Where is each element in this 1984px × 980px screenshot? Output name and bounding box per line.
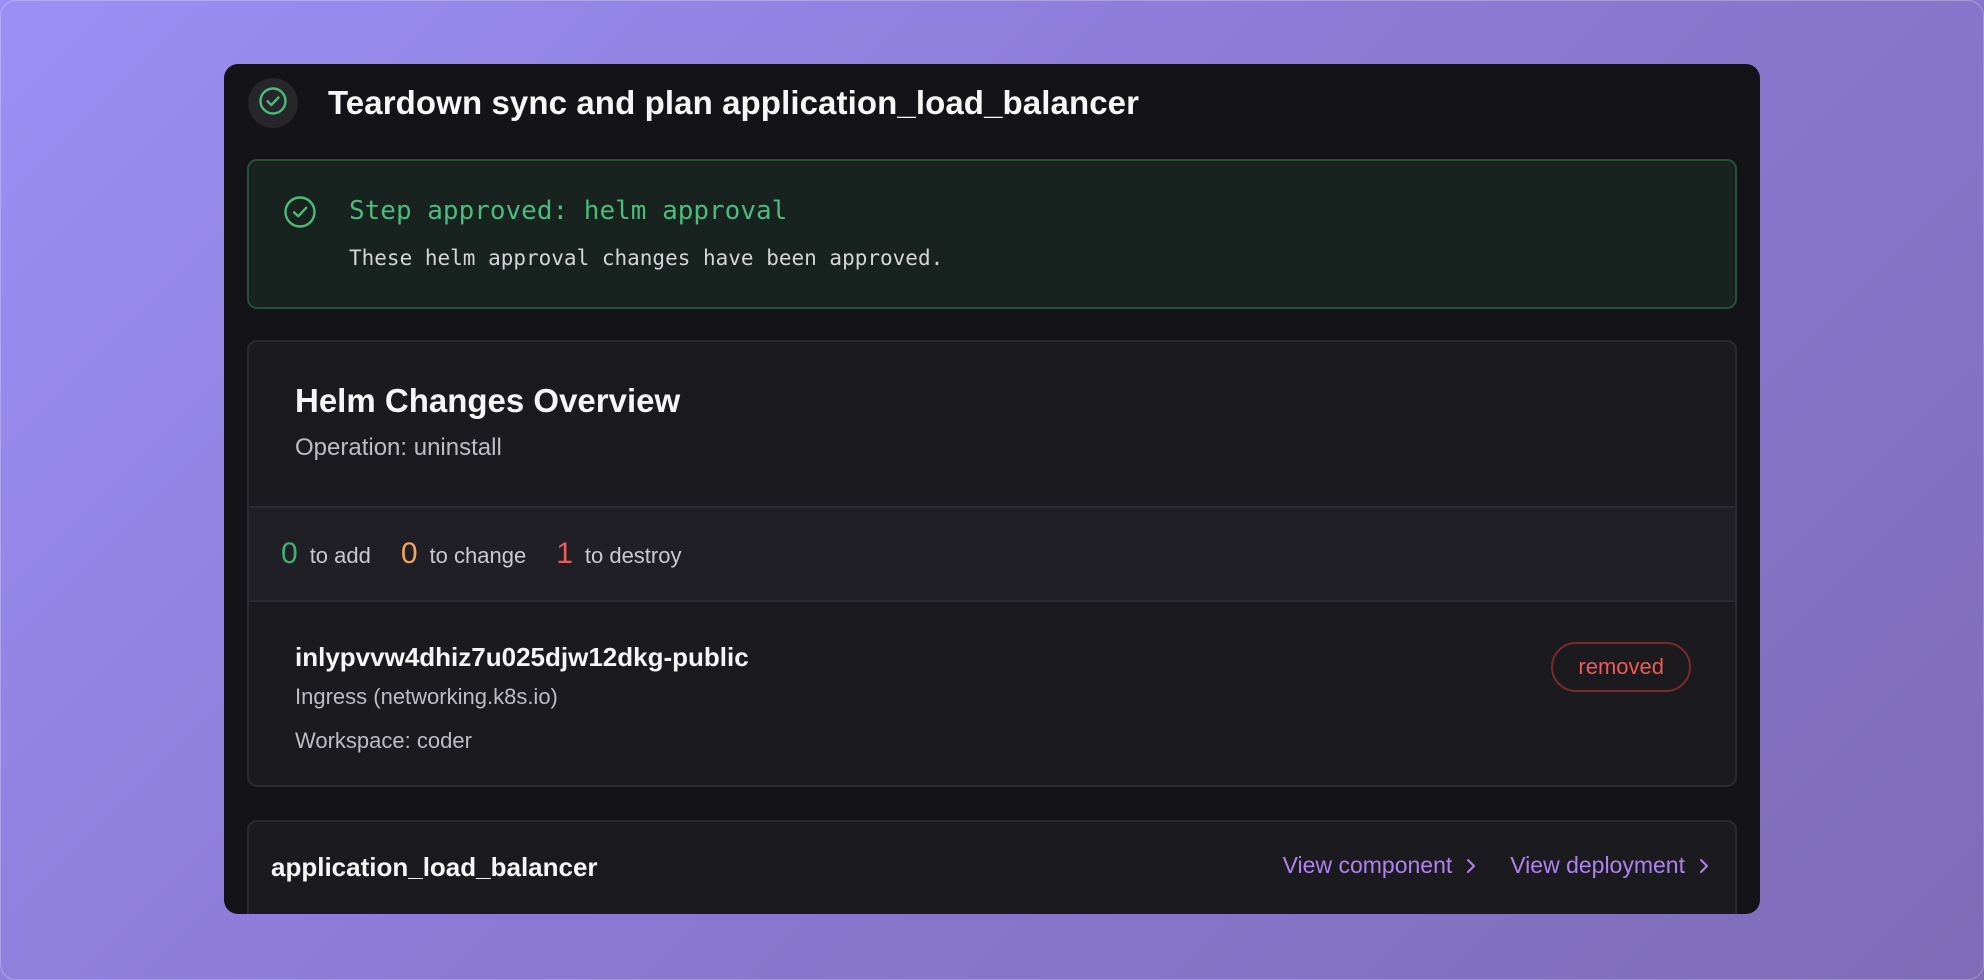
view-deployment-link[interactable]: View deployment [1510,852,1709,879]
resource-row: inlypvvw4dhiz7u025djw12dkg-public Ingres… [249,602,1735,785]
component-name: application_load_balancer [271,852,598,882]
change-label: to change [429,543,527,568]
helm-card-header: Helm Changes Overview Operation: uninsta… [249,342,1735,506]
summary-destroy: 1 to destroy [556,537,681,571]
approval-description: These helm approval changes have been ap… [349,246,944,270]
component-links: View component View deployment [1249,852,1709,879]
view-component-label: View component [1282,852,1453,878]
chevron-right-icon [1699,858,1709,874]
helm-changes-card: Helm Changes Overview Operation: uninsta… [247,340,1737,787]
status-badge: removed [1551,642,1691,692]
approval-banner: Step approved: helm approval These helm … [247,159,1737,309]
step-status-badge [248,78,298,128]
view-component-link[interactable]: View component [1283,852,1477,879]
destroy-label: to destroy [584,543,682,568]
check-circle-icon [258,86,288,121]
change-count: 0 [400,537,418,570]
add-count: 0 [281,537,298,570]
chevron-right-icon [1466,858,1476,874]
step-header: Teardown sync and plan application_load_… [248,78,1139,128]
workflow-step-panel: Teardown sync and plan application_load_… [224,64,1760,914]
summary-change: 0 to change [401,537,526,571]
summary-add: 0 to add [281,537,371,571]
resource-kind: Ingress (networking.k8s.io) [295,684,558,709]
add-label: to add [309,543,371,568]
view-deployment-label: View deployment [1510,852,1685,878]
helm-change-summary: 0 to add 0 to change 1 to destroy [249,506,1735,602]
component-card: application_load_balancer View component… [247,820,1737,914]
helm-card-title: Helm Changes Overview [295,382,681,419]
check-circle-icon [283,195,317,234]
resource-workspace: Workspace: coder [295,728,472,753]
approval-title: Step approved: helm approval [349,196,788,226]
resource-name: inlypvvw4dhiz7u025djw12dkg-public [295,642,749,672]
destroy-count: 1 [556,537,573,570]
helm-operation: Operation: uninstall [295,434,502,461]
step-title: Teardown sync and plan application_load_… [328,84,1140,121]
